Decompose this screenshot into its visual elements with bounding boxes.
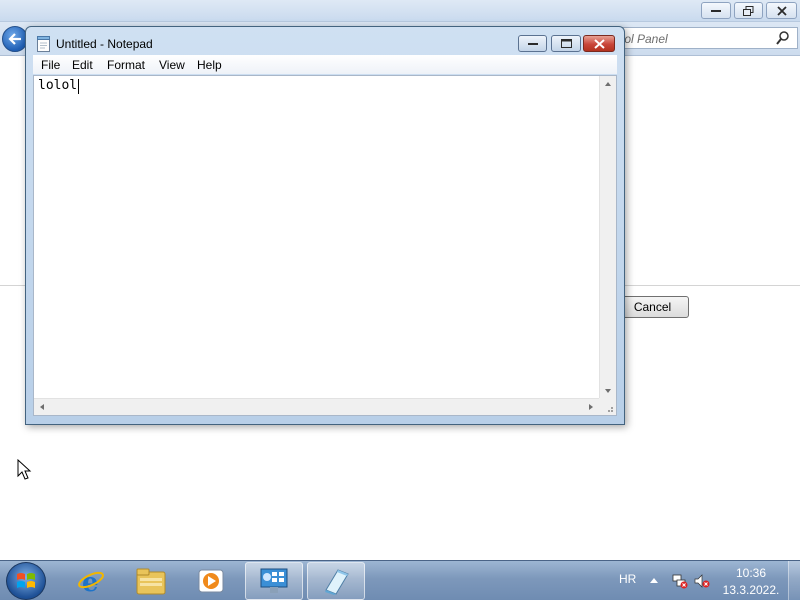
search-icon[interactable] [775, 30, 791, 46]
taskbar-internet-explorer[interactable]: e [62, 562, 120, 600]
grip-dots [608, 407, 613, 412]
search-box[interactable]: trol Panel [610, 27, 798, 49]
vertical-scrollbar[interactable] [599, 76, 616, 399]
horizontal-scrollbar[interactable] [34, 398, 599, 415]
close-button[interactable] [766, 2, 797, 19]
notepad-window[interactable]: Untitled - Notepad File Edit Format View… [25, 26, 625, 425]
minimize-button[interactable] [701, 2, 731, 19]
scroll-down-arrow-icon[interactable] [605, 389, 611, 393]
restore-button[interactable] [734, 2, 763, 19]
volume-muted-icon[interactable] [694, 573, 710, 589]
taskbar: e HR 10:36 13.3.2022. [0, 560, 800, 600]
clock-date[interactable]: 13.3.2022. [722, 583, 780, 597]
scroll-up-arrow-icon[interactable] [605, 82, 611, 86]
text-caret [78, 79, 79, 94]
back-arrow-icon [8, 33, 21, 45]
taskbar-media-player[interactable] [182, 562, 240, 600]
menu-bar: File Edit Format View Help [33, 55, 617, 74]
internet-explorer-icon: e [78, 568, 104, 596]
menu-edit[interactable]: Edit [72, 58, 93, 72]
notepad-minimize-button[interactable] [518, 35, 547, 52]
notepad-titlebar[interactable]: Untitled - Notepad [26, 27, 624, 57]
mouse-pointer-icon [17, 459, 32, 480]
scroll-left-arrow-icon[interactable] [40, 404, 44, 410]
taskbar-windows-explorer[interactable] [122, 562, 180, 600]
text-editor-area[interactable]: lolol [33, 75, 617, 416]
restore-icon [743, 5, 754, 16]
notepad-maximize-button[interactable] [551, 35, 581, 52]
notepad-icon [37, 36, 50, 52]
menu-format[interactable]: Format [107, 58, 145, 72]
menu-view[interactable]: View [159, 58, 185, 72]
menu-help[interactable]: Help [197, 58, 222, 72]
media-player-icon [198, 569, 224, 593]
control-panel-icon [260, 568, 288, 593]
cancel-button[interactable]: Cancel [616, 296, 689, 318]
minimize-icon [527, 42, 538, 45]
window-title: Untitled - Notepad [56, 37, 153, 51]
show-hidden-icons-icon[interactable] [650, 578, 658, 583]
close-icon [593, 38, 605, 49]
start-button[interactable] [6, 562, 46, 600]
show-desktop-button[interactable] [788, 561, 800, 600]
folder-icon [136, 568, 166, 595]
maximize-icon [560, 39, 572, 48]
document-text[interactable]: lolol [38, 78, 77, 93]
network-disconnected-icon[interactable] [672, 573, 688, 589]
control-panel-titlebar [0, 0, 800, 22]
menu-file[interactable]: File [41, 58, 60, 72]
scroll-right-arrow-icon[interactable] [589, 404, 593, 410]
resize-grip-icon[interactable] [599, 398, 616, 415]
taskbar-notepad[interactable] [307, 562, 365, 600]
windows-logo-icon [17, 573, 35, 588]
minimize-icon [711, 9, 721, 12]
input-language[interactable]: HR [619, 572, 636, 586]
close-icon [776, 5, 787, 16]
notepad-icon [325, 569, 349, 595]
taskbar-control-panel[interactable] [245, 562, 303, 600]
clock-time[interactable]: 10:36 [724, 566, 778, 580]
notepad-close-button[interactable] [583, 35, 615, 52]
